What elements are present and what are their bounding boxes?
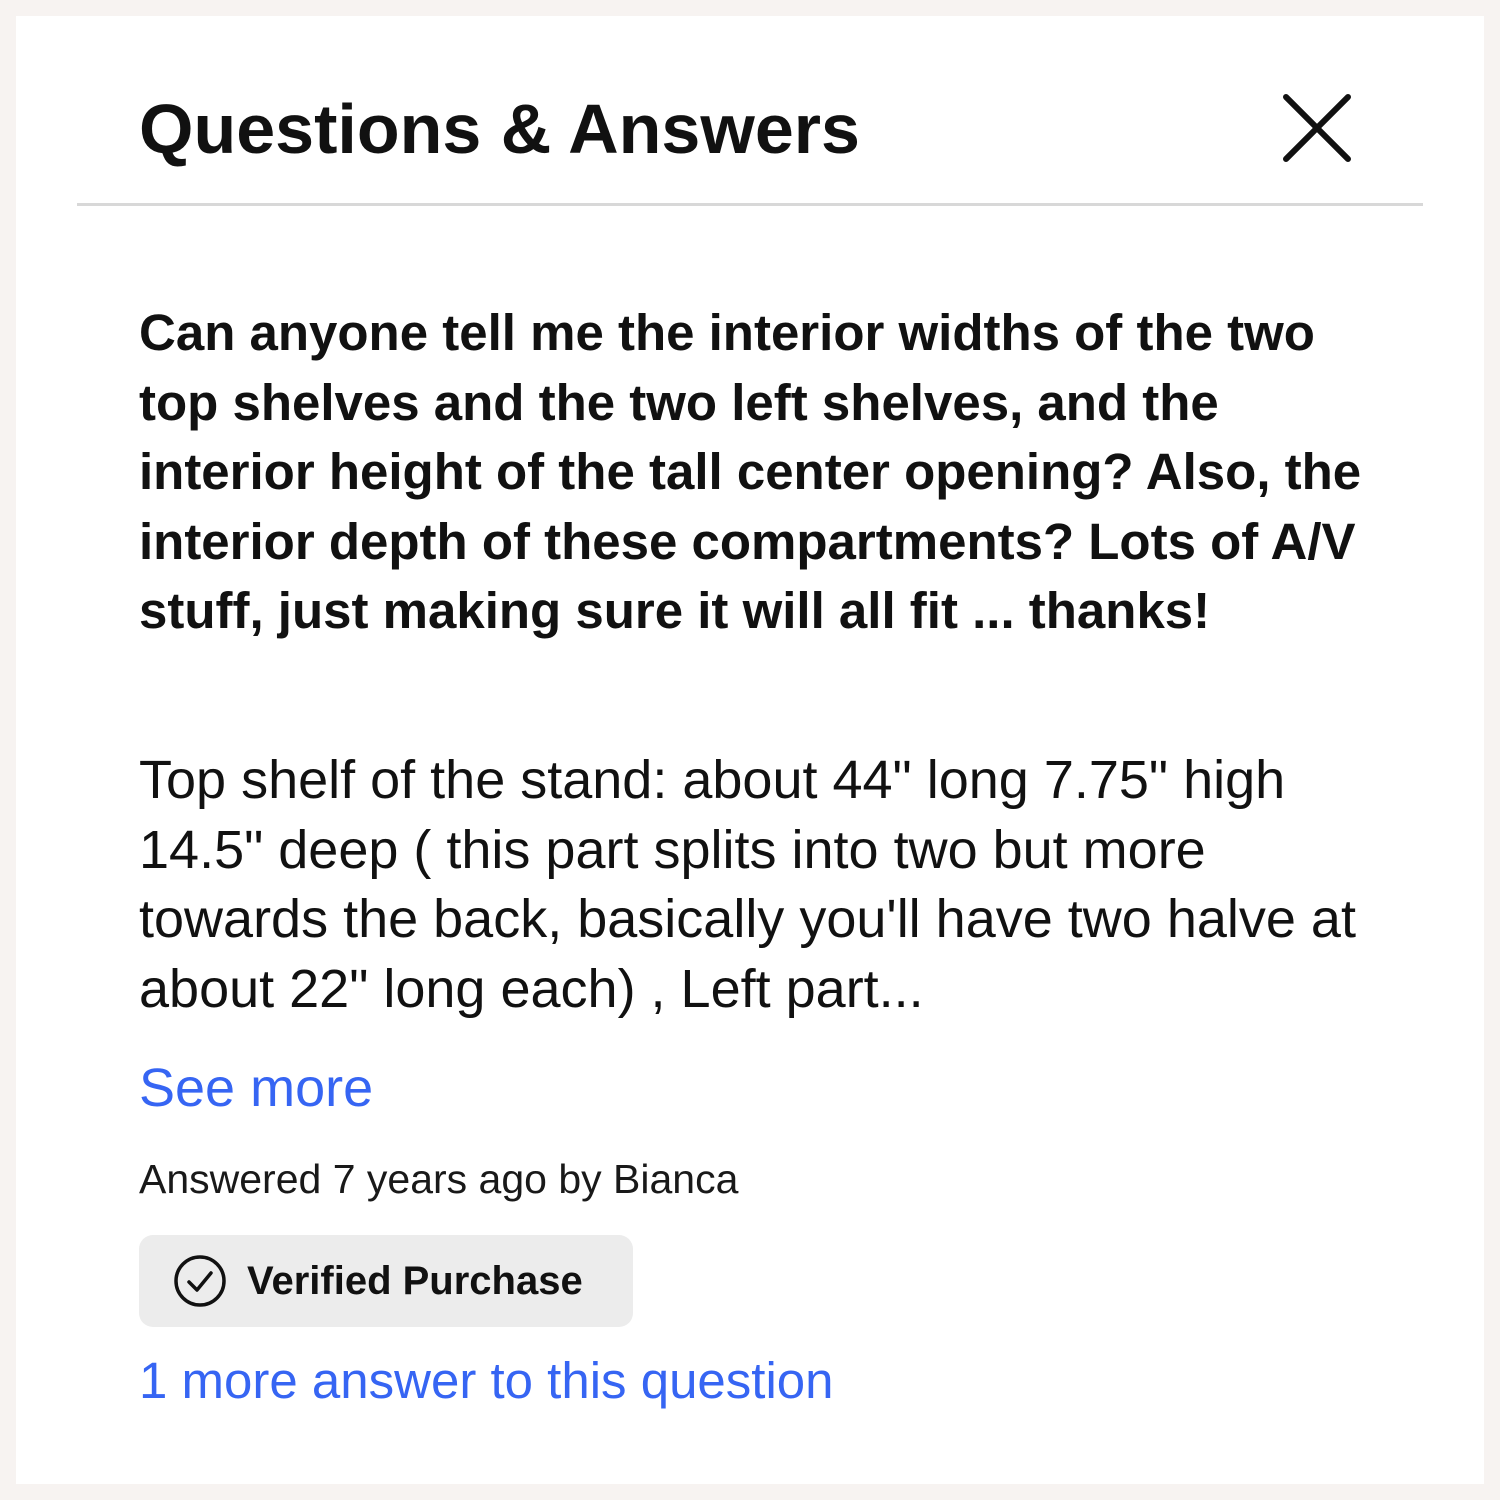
see-more-link[interactable]: See more	[139, 1054, 373, 1122]
answer-text: Top shelf of the stand: about 44" long 7…	[139, 750, 1356, 1019]
qa-dialog: Questions & Answers Can anyone tell me t…	[16, 16, 1484, 1484]
check-circle-icon	[173, 1254, 227, 1308]
more-answers-link[interactable]: 1 more answer to this question	[139, 1349, 834, 1413]
dialog-title: Questions & Answers	[139, 90, 860, 168]
verified-purchase-badge: Verified Purchase	[139, 1235, 633, 1327]
close-button[interactable]	[1282, 93, 1352, 163]
badge-label: Verified Purchase	[247, 1258, 583, 1303]
answer-meta: Answered 7 years ago by Bianca	[139, 1156, 739, 1202]
close-icon	[1283, 94, 1351, 162]
question-text: Can anyone tell me the interior widths o…	[139, 304, 1362, 639]
dialog-header: Questions & Answers	[77, 16, 1423, 206]
